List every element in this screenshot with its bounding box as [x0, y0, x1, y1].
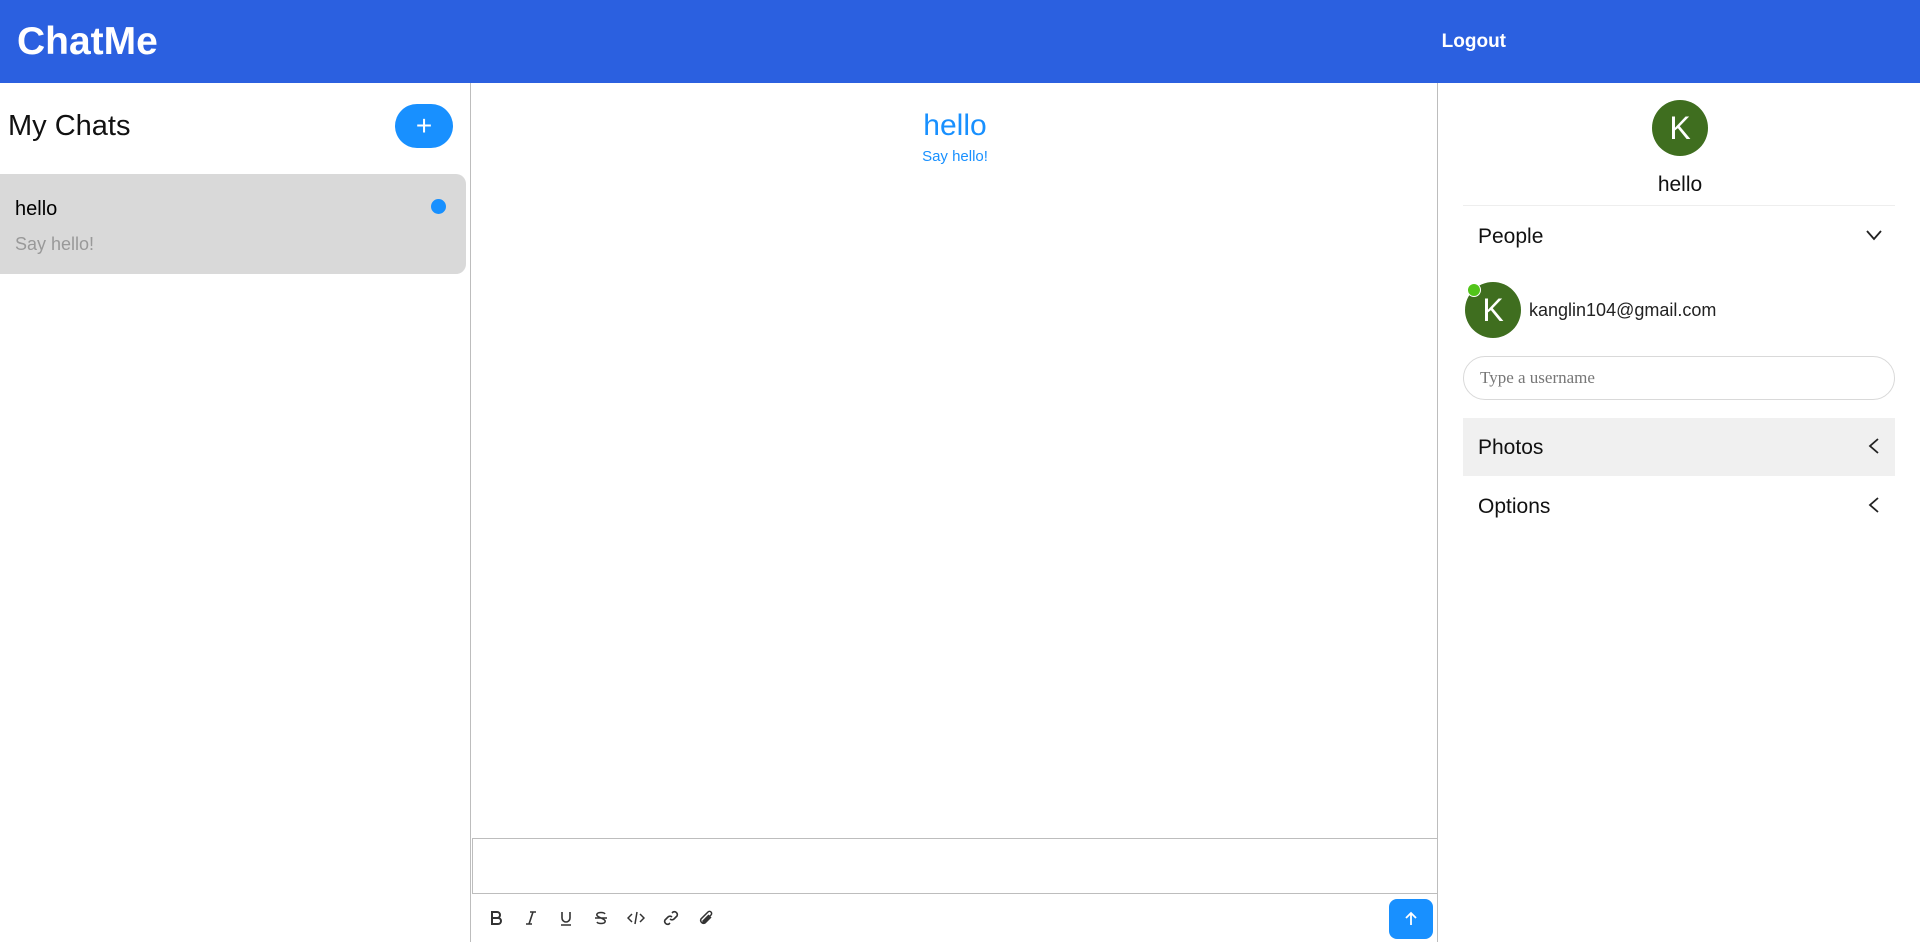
chat-card[interactable]: hello Say hello! — [0, 174, 466, 274]
link-icon[interactable] — [657, 904, 685, 932]
new-chat-button[interactable]: + — [395, 104, 453, 148]
member-item[interactable]: K kanglin104@gmail.com — [1465, 282, 1895, 342]
people-label: People — [1478, 225, 1544, 248]
chevron-left-icon — [1868, 497, 1879, 513]
strikethrough-icon[interactable] — [587, 904, 615, 932]
code-icon[interactable] — [622, 904, 650, 932]
chat-list-panel: My Chats + hello Say hello! — [0, 83, 471, 942]
underline-icon[interactable] — [552, 904, 580, 932]
chat-card-last-message: Say hello! — [15, 234, 95, 254]
app-header: ChatMe Logout — [0, 0, 1920, 83]
message-input[interactable] — [472, 838, 1437, 894]
chat-settings-title: hello — [1657, 173, 1703, 196]
chat-settings-panel: K hello People K kanglin104@gmail.com Ph… — [1438, 83, 1920, 942]
photos-section-header[interactable]: Photos — [1463, 418, 1895, 476]
bold-icon[interactable] — [482, 904, 510, 932]
divider — [1463, 205, 1895, 206]
photos-label: Photos — [1478, 436, 1544, 459]
chat-avatar: K — [1652, 100, 1708, 156]
username-input[interactable] — [1463, 356, 1895, 400]
message-toolbar — [472, 894, 1437, 942]
options-section-header[interactable]: Options — [1463, 477, 1895, 535]
chevron-down-icon — [1866, 230, 1882, 241]
chevron-left-icon — [1868, 438, 1879, 454]
options-label: Options — [1478, 495, 1551, 518]
italic-icon[interactable] — [517, 904, 545, 932]
brand-logo: ChatMe — [17, 20, 158, 63]
attachment-icon[interactable] — [692, 904, 720, 932]
arrow-up-icon — [1405, 911, 1417, 925]
unread-indicator — [431, 199, 446, 214]
chat-title: hello — [923, 109, 987, 142]
chat-card-title: hello — [15, 198, 58, 220]
chat-subtitle: Say hello! — [922, 148, 988, 165]
online-status-dot — [1467, 283, 1481, 297]
chat-feed: hello Say hello! — [472, 83, 1438, 942]
send-button[interactable] — [1389, 899, 1433, 939]
member-email: kanglin104@gmail.com — [1529, 300, 1717, 320]
chat-list-title: My Chats — [8, 110, 131, 142]
logout-button[interactable]: Logout — [1442, 31, 1506, 53]
people-section-header[interactable]: People — [1463, 207, 1895, 265]
